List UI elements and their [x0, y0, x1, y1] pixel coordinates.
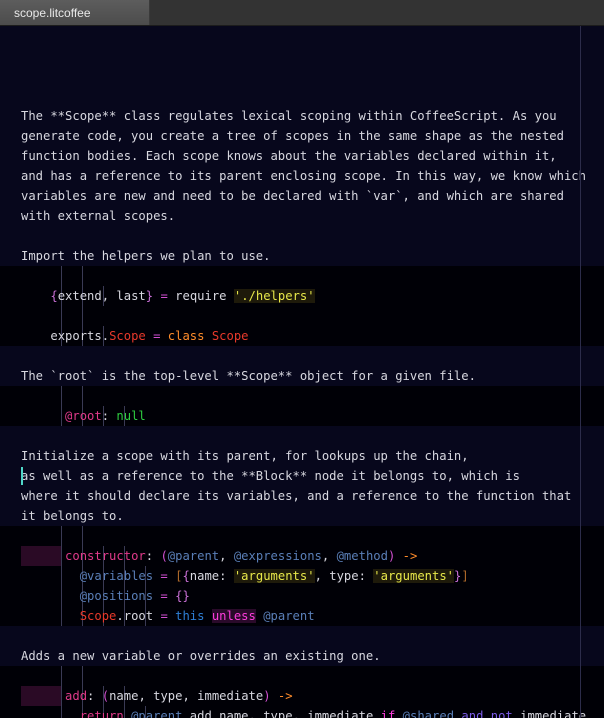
indent-guide	[61, 526, 62, 546]
indent-guide	[61, 386, 62, 406]
indent-guide	[82, 386, 83, 406]
editor-line[interactable]: Import the helpers we plan to use.	[0, 246, 604, 266]
editor-line-text: The **Scope** class regulates lexical sc…	[21, 109, 557, 123]
editor-line[interactable]: {extend, last} = require './helpers'	[0, 286, 604, 306]
indent-guide	[82, 666, 83, 686]
editor-line[interactable]: @variables = [{name: 'arguments', type: …	[0, 566, 604, 586]
editor-line[interactable]	[0, 346, 604, 366]
editor-line[interactable]	[0, 426, 604, 446]
editor-line-text: Adds a new variable or overrides an exis…	[21, 649, 381, 663]
editor-line[interactable]: variables are new and need to be declare…	[0, 186, 604, 206]
editor-line-text: Import the helpers we plan to use.	[21, 249, 271, 263]
editor-line[interactable]: where it should declare its variables, a…	[0, 486, 604, 506]
editor-line[interactable]: exports.Scope = class Scope	[0, 326, 604, 346]
indent-guide	[82, 526, 83, 546]
editor-line-text: with external scopes.	[21, 209, 176, 223]
indent-guide	[61, 306, 62, 326]
editor-line-text: @positions = {}	[79, 589, 190, 603]
editor-line-text: constructor: (@parent, @expressions, @me…	[65, 549, 418, 563]
editor-line[interactable]	[0, 226, 604, 246]
editor-line[interactable]	[0, 626, 604, 646]
indent-guide	[82, 306, 83, 326]
indent-guide	[61, 666, 62, 686]
editor-line[interactable]: as well as a reference to the **Block** …	[0, 466, 604, 486]
editor-line[interactable]: Adds a new variable or overrides an exis…	[0, 646, 604, 666]
tab-scope-litcoffee[interactable]: scope.litcoffee	[0, 0, 150, 25]
editor-line-text: it belongs to.	[21, 509, 124, 523]
editor-line-text: return @parent.add name, type, immediate…	[79, 709, 587, 718]
editor-line[interactable]: Initialize a scope with its parent, for …	[0, 446, 604, 466]
editor-line[interactable]	[0, 526, 604, 546]
editor-line[interactable]: it belongs to.	[0, 506, 604, 526]
editor-line[interactable]: function bodies. Each scope knows about …	[0, 146, 604, 166]
editor-line-text: Scope.root = this unless @parent	[79, 609, 315, 623]
editor-line[interactable]	[0, 266, 604, 286]
indent-guide	[82, 266, 83, 286]
tab-bar: scope.litcoffee	[0, 0, 604, 26]
editor-line[interactable]: and has a reference to its parent enclos…	[0, 166, 604, 186]
editor-line[interactable]: @root: null	[0, 406, 604, 426]
editor-line[interactable]: return @parent.add name, type, immediate…	[0, 706, 604, 718]
editor-line-text: The `root` is the top-level **Scope** ob…	[21, 369, 476, 383]
vertical-ruler	[580, 26, 581, 718]
editor-line-text: Initialize a scope with its parent, for …	[21, 449, 469, 463]
editor-line[interactable]	[0, 386, 604, 406]
editor-line[interactable]: generate code, you create a tree of scop…	[0, 126, 604, 146]
editor-line[interactable]: The `root` is the top-level **Scope** ob…	[0, 366, 604, 386]
editor-line-text: variables are new and need to be declare…	[21, 189, 564, 203]
editor-line-text: function bodies. Each scope knows about …	[21, 149, 557, 163]
indent-guide	[61, 266, 62, 286]
editor-line-text: as well as a reference to the **Block** …	[21, 469, 520, 483]
tab-label: scope.litcoffee	[14, 5, 91, 20]
tab-bar-empty-area	[150, 0, 604, 25]
text-cursor	[21, 467, 23, 485]
editor-line-text: where it should declare its variables, a…	[21, 489, 572, 503]
editor-line-text: @variables = [{name: 'arguments', type: …	[79, 569, 469, 583]
editor-line[interactable]: The **Scope** class regulates lexical sc…	[0, 106, 604, 126]
editor-lines-container[interactable]: The **Scope** class regulates lexical sc…	[0, 106, 604, 718]
editor-line[interactable]: @positions = {}	[0, 586, 604, 606]
code-editor[interactable]: The **Scope** class regulates lexical sc…	[0, 26, 604, 718]
editor-line-text: exports.Scope = class Scope	[50, 329, 249, 343]
editor-line-text: @root: null	[65, 409, 146, 423]
editor-line-text: generate code, you create a tree of scop…	[21, 129, 564, 143]
editor-line-text: {extend, last} = require './helpers'	[50, 289, 315, 303]
editor-line[interactable]	[0, 666, 604, 686]
editor-line[interactable]: constructor: (@parent, @expressions, @me…	[0, 546, 604, 566]
editor-line-text: and has a reference to its parent enclos…	[21, 169, 586, 183]
editor-line[interactable]: with external scopes.	[0, 206, 604, 226]
editor-line-text: add: (name, type, immediate) ->	[65, 689, 293, 703]
editor-line[interactable]	[0, 306, 604, 326]
editor-line[interactable]: add: (name, type, immediate) ->	[0, 686, 604, 706]
editor-line[interactable]: Scope.root = this unless @parent	[0, 606, 604, 626]
